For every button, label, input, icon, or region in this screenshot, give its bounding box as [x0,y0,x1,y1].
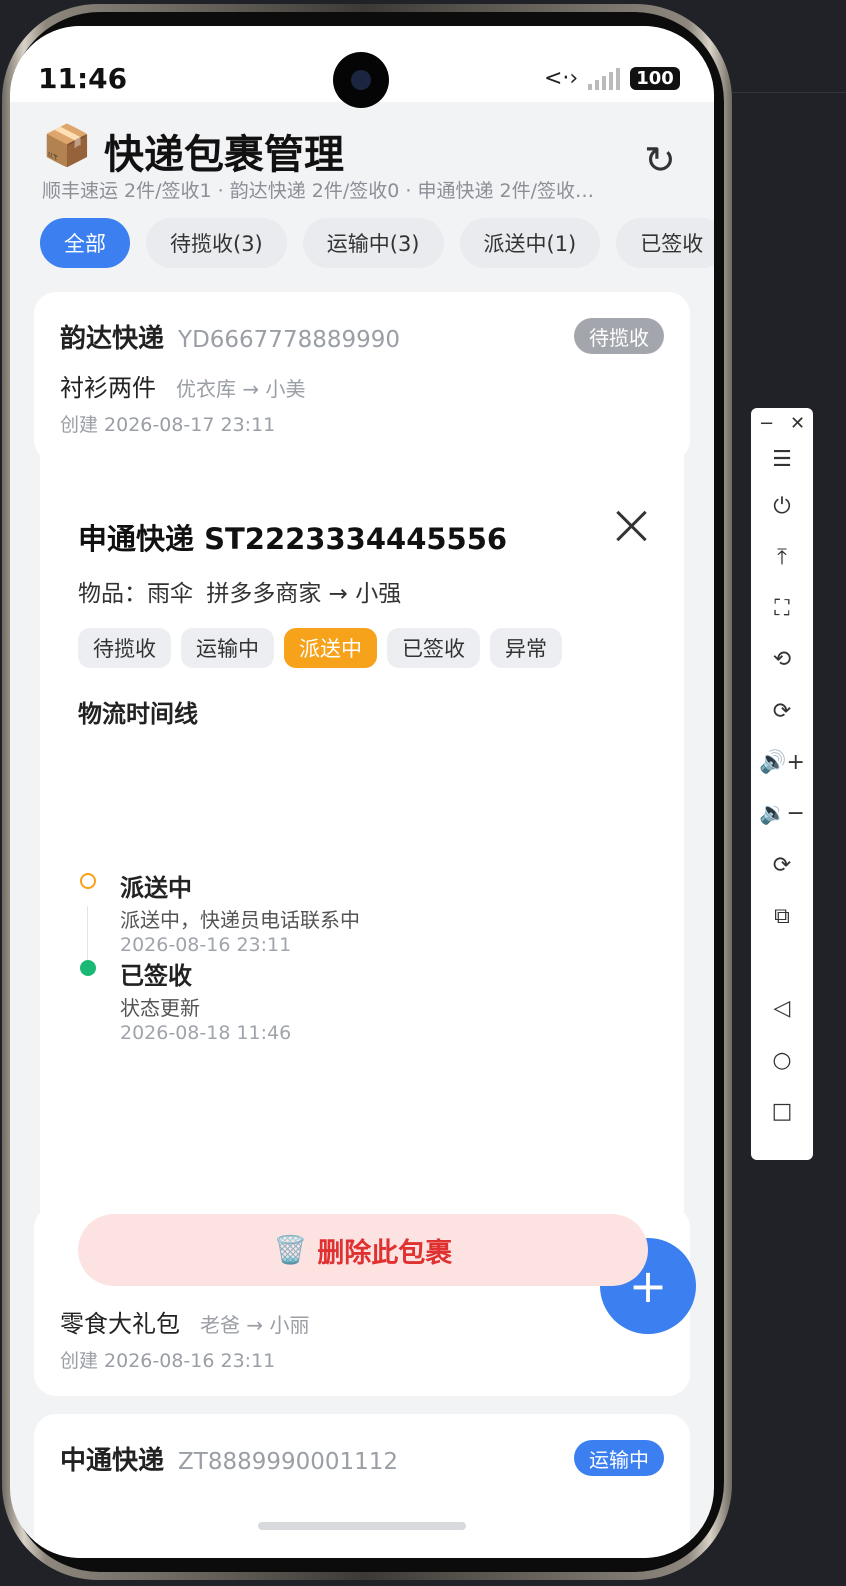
rotate-left-icon[interactable]: ⟲ [751,641,813,677]
timeline-connector [87,906,88,966]
status-icons: <·› 100 [544,66,680,91]
screenshot-crop-icon[interactable]: ⛶ [751,590,813,626]
power-icon[interactable]: ⏻ [751,488,813,524]
status-chip-pending[interactable]: 待揽收 [78,628,171,668]
close-window-icon[interactable]: ✕ [790,413,805,434]
detail-route: 拼多多商家 → 小强 [206,581,402,607]
card-item: 零食大礼包 老爸 → 小丽 [60,1304,309,1339]
multi-device-icon[interactable]: ⧉ [751,898,813,934]
tab-pending-pickup[interactable]: 待揽收(3) [146,218,287,268]
rotate-right-icon[interactable]: ⟳ [751,693,813,729]
emulator-toolbar: − ✕ ☰ ⏻ ⤒ ⛶ ⟲ ⟳ 🔊+ 🔉− ⟳ ⧉ ◁ ○ □ [751,408,813,1160]
status-chip-exception[interactable]: 异常 [490,628,562,668]
tab-signed[interactable]: 已签收 [616,218,714,268]
timeline-time: 2026-08-18 11:46 [120,1022,292,1044]
menu-icon[interactable]: ☰ [751,441,813,477]
timeline-heading: 物流时间线 [78,700,198,728]
back-icon[interactable]: ◁ [751,990,813,1026]
delete-label: 删除此包裹 [317,1237,453,1269]
volume-up-icon[interactable]: 🔊+ [751,744,813,780]
battery-icon: 100 [630,67,680,90]
network-icon: <·› [544,66,579,91]
detail-item: 物品：雨伞 拼多多商家 → 小强 [78,574,407,608]
phone-screen: 11:46 <·› 100 📦 快递包裹管理 ↻ 顺丰速运 2件/签收1 · 韵… [10,26,714,1558]
route: 优衣库 → 小美 [176,377,306,401]
status-chip-signed[interactable]: 已签收 [387,628,480,668]
status-badge: 运输中 [574,1440,664,1476]
refresh-icon[interactable]: ↻ [644,138,676,182]
carrier-name: 中通快递 [60,1446,165,1476]
tab-delivering[interactable]: 派送中(1) [459,218,601,268]
card-item: 衬衫两件 优衣库 → 小美 [60,368,305,403]
package-icon: 📦 [42,123,92,169]
toolbar-window-controls: − ✕ [751,408,813,438]
close-icon[interactable] [612,506,652,546]
status-time: 11:46 [38,62,128,95]
recents-icon[interactable]: □ [751,1093,813,1129]
status-selector: 待揽收 运输中 派送中 已签收 异常 [78,628,562,668]
page-title: 快递包裹管理 [104,132,344,178]
tracking-number: YD6667778889990 [178,327,401,353]
home-icon[interactable]: ○ [751,1042,813,1078]
shake-icon[interactable]: ⟳ [751,847,813,883]
timeline-dot-hollow-icon [80,873,96,889]
timeline-title: 派送中 [120,874,192,902]
signal-icon [588,67,621,90]
home-indicator[interactable] [258,1522,466,1530]
delete-package-button[interactable]: 🗑️ 删除此包裹 [78,1214,648,1286]
carrier-name: 韵达快递 [60,324,165,354]
created-time: 创建 2026-08-17 23:11 [60,414,276,436]
detail-title: 申通快递 ST2223334445556 [78,522,508,556]
minimize-icon[interactable]: − [759,413,774,434]
status-chip-delivering[interactable]: 派送中 [284,628,377,668]
filter-tabs: 全部 待揽收(3) 运输中(3) 派送中(1) 已签收 [40,218,714,268]
route: 老爸 → 小丽 [200,1313,310,1337]
pin-top-icon[interactable]: ⤒ [751,539,813,575]
timeline-time: 2026-08-16 23:11 [120,934,292,956]
package-detail-sheet: 申通快递 ST2223334445556 物品：雨伞 拼多多商家 → 小强 待揽… [40,456,684,1286]
volume-down-icon[interactable]: 🔉− [751,795,813,831]
desktop-divider [725,92,846,93]
card-carrier: 韵达快递 YD6667778889990 [60,318,400,355]
tab-in-transit[interactable]: 运输中(3) [302,218,444,268]
front-camera [333,52,389,108]
timeline-desc: 状态更新 [120,996,200,1020]
item-name: 零食大礼包 [60,1310,180,1338]
status-badge: 待揽收 [574,318,664,354]
card-carrier: 中通快递 ZT8889990001112 [60,1440,398,1477]
status-chip-transit[interactable]: 运输中 [181,628,274,668]
created-time: 创建 2026-08-16 23:11 [60,1350,276,1372]
timeline-desc: 派送中，快递员电话联系中 [120,908,360,932]
timeline-dot-solid-icon [80,960,96,976]
package-card[interactable]: 中通快递 ZT8889990001112 运输中 [34,1414,690,1558]
package-card[interactable]: 韵达快递 YD6667778889990 待揽收 衬衫两件 优衣库 → 小美 创建 … [34,292,690,462]
timeline-title: 已签收 [120,962,192,990]
item-label: 物品：雨伞 [78,581,193,607]
tab-all[interactable]: 全部 [40,218,130,268]
status-bar: 11:46 <·› 100 [10,26,714,108]
tracking-number: ZT8889990001112 [178,1449,399,1475]
carrier-summary: 顺丰速运 2件/签收1 · 韵达快递 2件/签收0 · 申通快递 2件/签收… [42,180,595,202]
trash-icon: 🗑️ [273,1235,308,1266]
app-header: 📦 快递包裹管理 ↻ 顺丰速运 2件/签收1 · 韵达快递 2件/签收0 · 申… [10,102,714,212]
item-name: 衬衫两件 [60,374,156,402]
